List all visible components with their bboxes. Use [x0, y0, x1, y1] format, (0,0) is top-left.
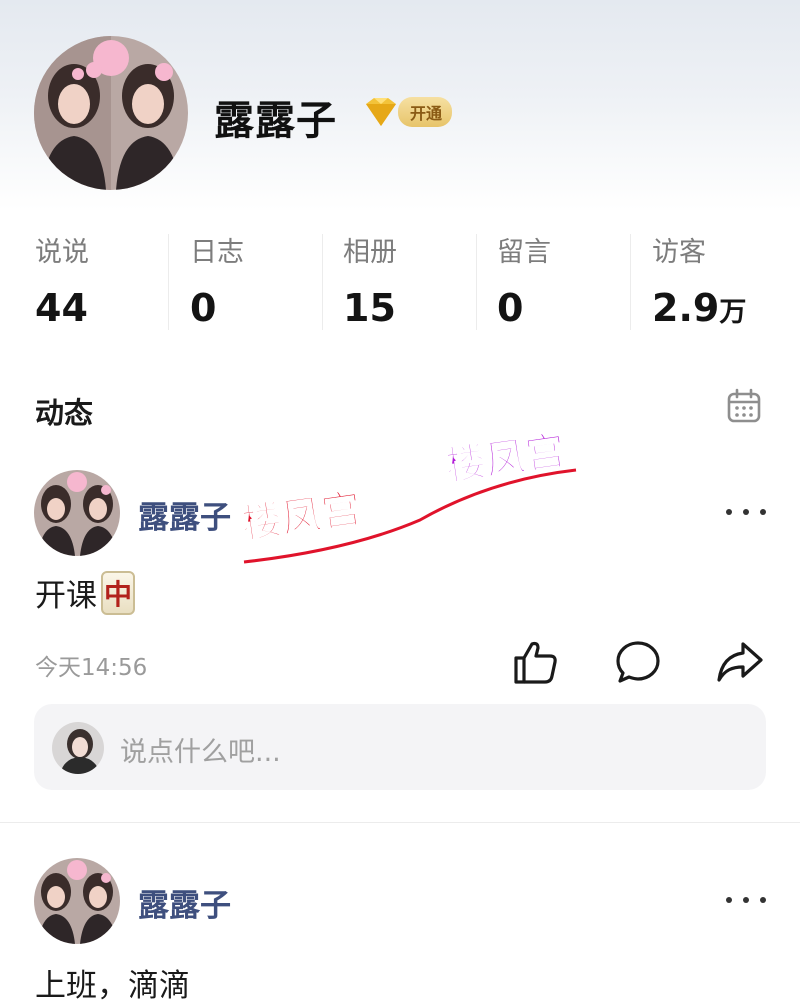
- stat-divider: [476, 234, 477, 330]
- stats-bar: 说说 44 日志 0 相册 15 留言 0 访客 2.9万: [0, 230, 800, 330]
- thumbs-up-icon[interactable]: [512, 638, 560, 686]
- stat-rizhi[interactable]: 日志 0: [190, 230, 310, 330]
- stat-fangke[interactable]: 访客 2.9万: [652, 230, 782, 330]
- stat-divider: [168, 234, 169, 330]
- share-arrow-icon[interactable]: [716, 638, 764, 686]
- stat-divider: [630, 234, 631, 330]
- watermark-text-magenta: 楼凤宫: [443, 428, 568, 490]
- stat-divider: [322, 234, 323, 330]
- post-avatar[interactable]: [34, 858, 120, 944]
- vip-open-label: 开通: [398, 97, 453, 127]
- stat-label: 日志: [190, 237, 244, 268]
- post-content: 上班，滴滴: [35, 968, 190, 1000]
- post-content: 开课 中: [35, 570, 135, 615]
- stat-label: 说说: [35, 237, 89, 268]
- more-icon[interactable]: [726, 502, 766, 522]
- calendar-icon[interactable]: [726, 388, 762, 424]
- stat-value: 2.9万: [652, 286, 747, 330]
- diamond-icon: [366, 98, 396, 126]
- stat-label: 留言: [497, 237, 551, 268]
- comment-bubble-icon[interactable]: [614, 638, 662, 686]
- vip-badge[interactable]: 开通: [360, 96, 453, 128]
- stat-xiangce[interactable]: 相册 15: [343, 230, 463, 330]
- watermark-text-red: 楼凤宫: [239, 486, 364, 548]
- stat-label: 访客: [652, 237, 706, 268]
- profile-name: 露露子: [214, 98, 337, 144]
- stat-label: 相册: [343, 237, 397, 268]
- stat-value: 0: [497, 286, 524, 330]
- comment-input[interactable]: 说点什么吧...: [34, 704, 766, 790]
- more-icon[interactable]: [726, 890, 766, 910]
- post-author[interactable]: 露露子: [138, 492, 231, 537]
- stat-value: 0: [190, 286, 217, 330]
- stat-liuyan[interactable]: 留言 0: [497, 230, 617, 330]
- profile-header: 露露子 开通: [34, 36, 774, 190]
- stat-shuoshuo[interactable]: 说说 44: [35, 230, 155, 330]
- post-divider: [0, 822, 800, 823]
- post-author[interactable]: 露露子: [138, 880, 231, 925]
- user-avatar: [52, 722, 104, 774]
- post-time: 今天14:56: [35, 655, 148, 681]
- post-text: 开课: [35, 578, 97, 614]
- post-avatar[interactable]: [34, 470, 120, 556]
- feed-title: 动态: [35, 396, 94, 430]
- stat-value: 15: [343, 286, 396, 330]
- profile-avatar[interactable]: [34, 36, 188, 190]
- mahjong-emoji: 中: [101, 570, 135, 615]
- stat-value: 44: [35, 286, 88, 330]
- watermark: 楼凤宫 楼凤宫: [238, 427, 577, 564]
- comment-placeholder: 说点什么吧...: [120, 737, 281, 768]
